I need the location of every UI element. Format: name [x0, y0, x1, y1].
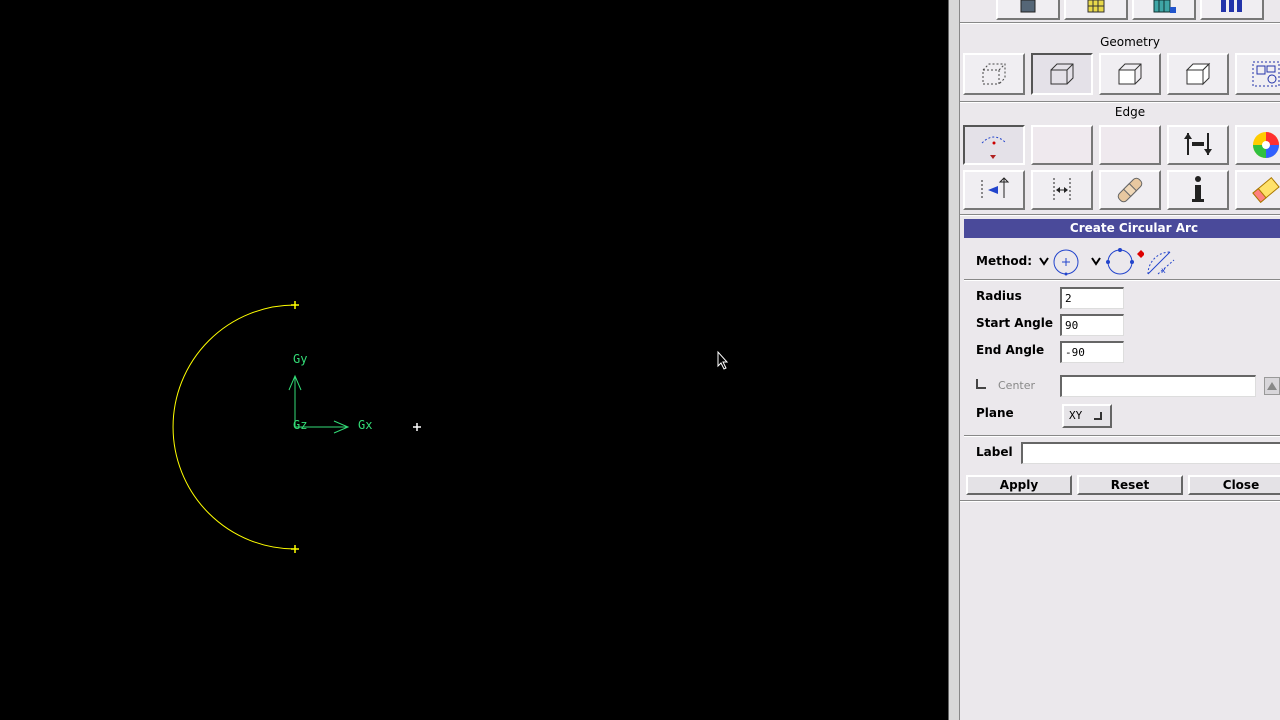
color-wheel-icon — [1253, 132, 1279, 158]
axis-label-y: Gy — [293, 352, 307, 366]
edge-color-button[interactable] — [1235, 125, 1280, 165]
plane-dropdown-value: XY — [1069, 409, 1083, 422]
circular-arc[interactable] — [172, 304, 296, 550]
center-input[interactable] — [1060, 375, 1256, 397]
method-option-center[interactable] — [1038, 246, 1092, 276]
geometry-point-button[interactable] — [963, 53, 1025, 95]
solid-box-icon — [1020, 0, 1036, 13]
top-tool-button-3[interactable] — [1132, 0, 1196, 20]
curve-cube-icon — [1050, 63, 1074, 85]
edge-tool-button-3[interactable] — [1099, 125, 1161, 165]
close-button[interactable]: Close — [1188, 475, 1280, 495]
arc-angle-icon: x — [1147, 251, 1175, 275]
end-angle-input[interactable]: -90 — [1060, 341, 1124, 363]
group-shapes-icon — [1252, 61, 1280, 87]
eraser-icon — [1252, 176, 1280, 204]
edge-move-button[interactable] — [1167, 125, 1229, 165]
plane-dropdown[interactable]: XY — [1062, 404, 1112, 428]
start-angle-label: Start Angle — [976, 316, 1053, 330]
edge-tool-button-2[interactable] — [1031, 125, 1093, 165]
start-angle-input[interactable]: 90 — [1060, 314, 1124, 336]
geometry-surface-button[interactable] — [1099, 53, 1161, 95]
mesh-grid-icon — [1087, 0, 1105, 13]
scroll-up-icon[interactable] — [1264, 377, 1280, 395]
axis-label-z: Gz — [293, 418, 307, 432]
top-tool-button-4[interactable] — [1200, 0, 1264, 20]
edge-align-button[interactable] — [1031, 170, 1093, 210]
edge-create-arc-button[interactable] — [963, 125, 1025, 165]
svg-text:x: x — [1161, 266, 1166, 275]
origin-marker — [413, 423, 421, 431]
label-field-label: Label — [976, 445, 1013, 459]
circle-three-point-icon — [1091, 248, 1145, 275]
reset-button[interactable]: Reset — [1077, 475, 1183, 495]
end-angle-label: End Angle — [976, 343, 1045, 357]
application-panel: Geometry Edge Method: x Radius 2 Start A… — [960, 0, 1280, 720]
create-arc-icon — [981, 136, 1007, 159]
label-input[interactable] — [1021, 442, 1280, 464]
edge-erase-button[interactable] — [1235, 170, 1280, 210]
move-arrows-icon — [1184, 133, 1212, 155]
volume-cube-icon — [1185, 62, 1211, 86]
info-icon — [1192, 176, 1204, 202]
top-tool-button-2[interactable] — [1064, 0, 1128, 20]
center-label: Center — [998, 379, 1036, 392]
bandage-icon — [1117, 177, 1143, 203]
center-toggle[interactable] — [976, 379, 986, 389]
panel-divider[interactable] — [948, 0, 960, 720]
element-mesh-icon — [1153, 0, 1176, 13]
method-option-angle[interactable]: x — [1144, 246, 1184, 276]
arc-start-vertex[interactable] — [291, 301, 299, 309]
graphics-viewport[interactable]: Gy Gz Gx — [0, 0, 948, 720]
method-option-three-point[interactable] — [1090, 246, 1145, 276]
dropdown-indicator-icon — [1094, 412, 1102, 420]
geometry-curve-button[interactable] — [1031, 53, 1093, 95]
form-title: Create Circular Arc — [964, 219, 1280, 238]
surface-cube-icon — [1118, 63, 1142, 85]
method-label: Method: — [976, 254, 1032, 268]
plane-label: Plane — [976, 406, 1014, 420]
radius-label: Radius — [976, 289, 1022, 303]
point-cube-icon — [982, 63, 1006, 85]
align-lines-icon — [1053, 178, 1071, 202]
geometry-group-button[interactable] — [1235, 53, 1280, 95]
edge-info-button[interactable] — [1167, 170, 1229, 210]
arc-end-vertex[interactable] — [291, 545, 299, 553]
geometry-volume-button[interactable] — [1167, 53, 1229, 95]
apply-button[interactable]: Apply — [966, 475, 1072, 495]
split-edge-icon — [981, 177, 1010, 200]
geometry-section-label: Geometry — [1100, 35, 1160, 49]
top-tool-button-1[interactable] — [996, 0, 1060, 20]
edge-section-label: Edge — [1114, 105, 1146, 119]
axis-label-x: Gx — [358, 418, 372, 432]
edge-split-button[interactable] — [963, 170, 1025, 210]
mouse-cursor-icon — [717, 350, 729, 370]
load-boundary-icon — [1221, 0, 1242, 12]
edge-delete-button[interactable] — [1099, 170, 1161, 210]
circle-center-icon — [1039, 249, 1079, 276]
viewport-canvas[interactable]: Gy Gz Gx — [0, 0, 948, 720]
radius-input[interactable]: 2 — [1060, 287, 1124, 309]
